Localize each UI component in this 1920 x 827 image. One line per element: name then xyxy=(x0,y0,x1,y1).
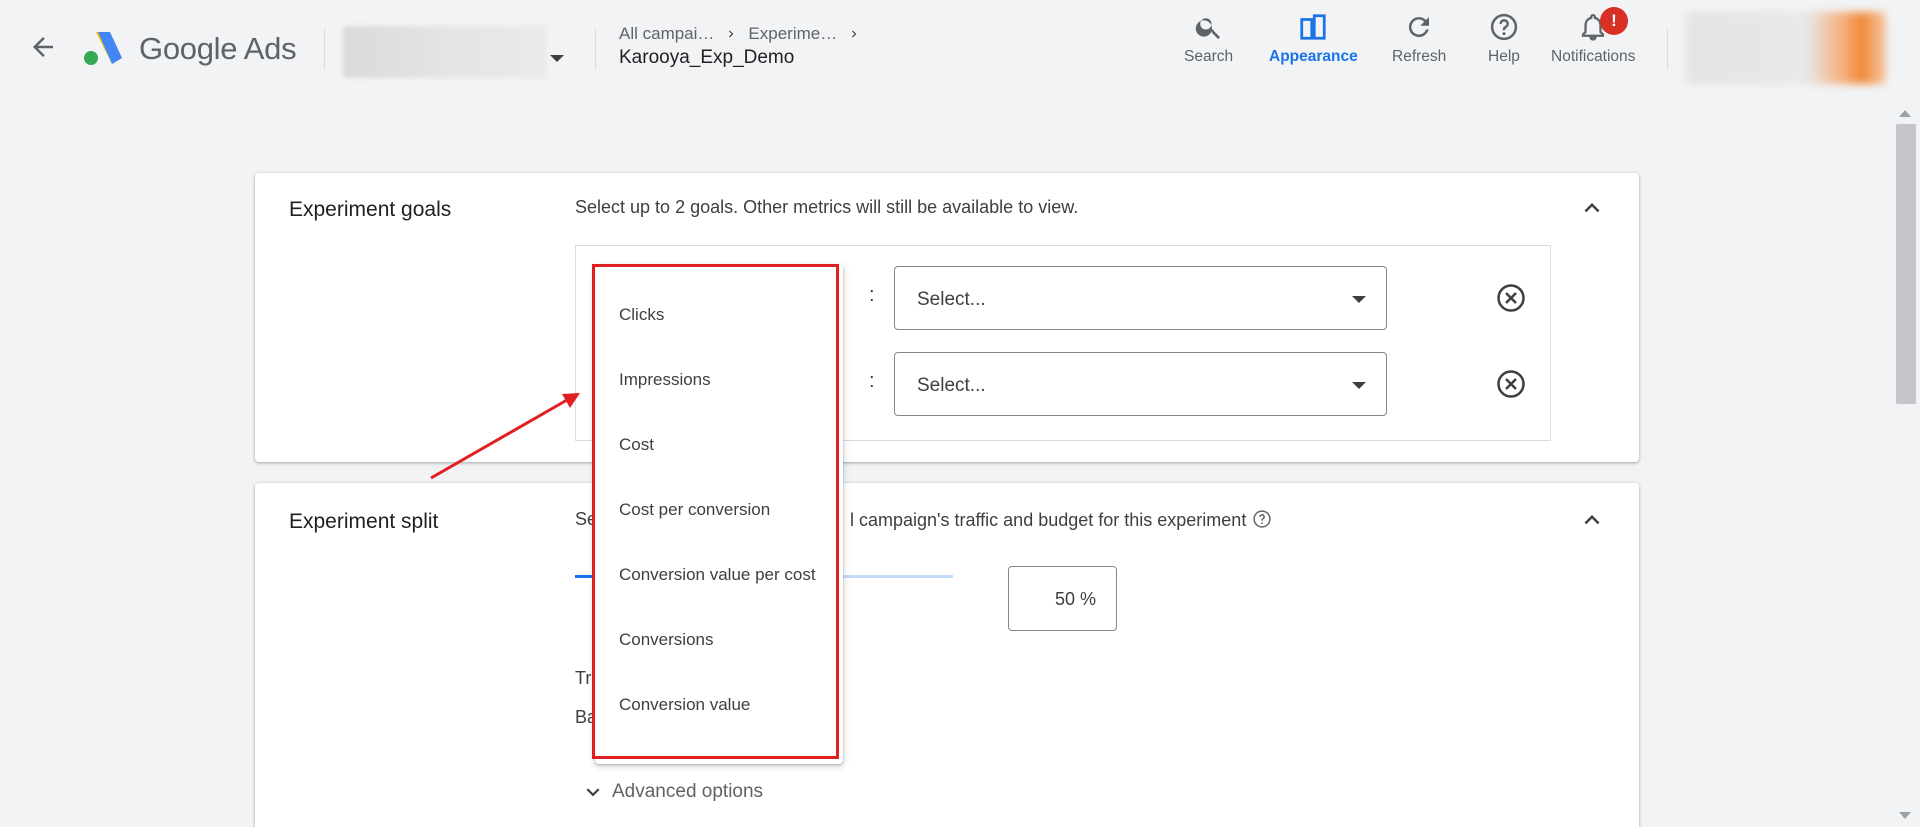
refresh-icon xyxy=(1409,17,1430,38)
brand-google: Google xyxy=(139,31,238,66)
menu-item-conversion-value-per-cost[interactable]: Conversion value per cost xyxy=(595,561,843,626)
remove-goal-icon[interactable] xyxy=(1496,283,1526,313)
experiment-split-description-start: Se xyxy=(575,509,598,529)
help-icon xyxy=(1490,13,1518,41)
menu-item-cost-per-conversion[interactable]: Cost per conversion xyxy=(595,496,843,561)
dropdown-caret-icon xyxy=(1352,296,1366,303)
scrollbar-thumb[interactable] xyxy=(1896,124,1916,404)
experiment-split-description: l campaign's traffic and budget for this… xyxy=(850,509,1272,531)
menu-item-impressions[interactable]: Impressions xyxy=(595,366,843,431)
dropdown-caret-icon xyxy=(1352,382,1366,389)
menu-item-clicks[interactable]: Clicks xyxy=(595,301,843,366)
help-button[interactable]: Help xyxy=(1488,12,1520,66)
menu-item-cost[interactable]: Cost xyxy=(595,431,843,496)
search-label: Search xyxy=(1184,48,1234,65)
search-button[interactable]: Search xyxy=(1184,12,1233,66)
divider xyxy=(324,28,325,70)
split-label-traffic: Tr xyxy=(575,668,592,688)
split-percent-input[interactable]: 50 % xyxy=(1008,566,1117,631)
experiment-goals-card: Experiment goals Select up to 2 goals. O… xyxy=(255,173,1639,462)
refresh-button[interactable]: Refresh xyxy=(1392,12,1446,66)
breadcrumb-experiments[interactable]: Experime… xyxy=(748,24,837,44)
chevron-right-icon xyxy=(729,30,734,38)
goal-metric-select-1[interactable]: Select... xyxy=(894,266,1387,330)
refresh-label: Refresh xyxy=(1392,48,1447,65)
advanced-options-label: Advanced options xyxy=(612,781,764,802)
account-selector[interactable] xyxy=(343,26,546,78)
experiment-goals-title: Experiment goals xyxy=(289,198,452,221)
experiment-split-title: Experiment split xyxy=(289,510,439,533)
breadcrumb: All campai… Experime… xyxy=(619,24,861,44)
advanced-options-toggle[interactable]: Advanced options xyxy=(580,779,763,805)
back-arrow-icon[interactable] xyxy=(28,32,58,62)
remove-goal-icon[interactable] xyxy=(1496,369,1526,399)
scroll-up-icon[interactable] xyxy=(1899,110,1911,117)
select-value: Select... xyxy=(917,375,986,396)
experiment-split-card: Experiment split Se l campaign's traffic… xyxy=(255,483,1639,827)
experiment-goals-description: Select up to 2 goals. Other metrics will… xyxy=(575,197,1079,217)
help-circle-icon[interactable] xyxy=(1252,509,1272,529)
goal-metric-menu: Clicks Impressions Cost Cost per convers… xyxy=(595,265,843,764)
brand-ads: Ads xyxy=(243,31,297,66)
top-bar: Google Ads All campai… Experime… Karooya… xyxy=(0,0,1887,96)
menu-item-conversions[interactable]: Conversions xyxy=(595,626,843,691)
menu-item-conversion-value[interactable]: Conversion value xyxy=(595,691,843,756)
campaign-name: Karooya_Exp_Demo xyxy=(619,47,795,68)
account-dropdown-icon[interactable] xyxy=(550,55,564,62)
chevron-down-icon xyxy=(586,788,600,797)
split-percent-value: 50 xyxy=(1055,589,1076,609)
google-ads-logo xyxy=(84,32,122,65)
goal-metric-select-2[interactable]: Select... xyxy=(894,352,1387,416)
appearance-label: Appearance xyxy=(1269,48,1358,65)
split-percent-unit: % xyxy=(1080,589,1097,609)
breadcrumb-all-campaigns[interactable]: All campai… xyxy=(619,24,714,44)
divider xyxy=(1667,28,1668,70)
appearance-button[interactable]: Appearance xyxy=(1269,12,1358,66)
search-icon xyxy=(1195,18,1220,39)
split-description-text: l campaign's traffic and budget for this… xyxy=(850,510,1247,530)
help-label: Help xyxy=(1488,48,1520,65)
divider xyxy=(595,28,596,70)
chevron-right-icon xyxy=(852,30,857,38)
notifications-label: Notifications xyxy=(1551,48,1636,65)
brand-name: Google Ads xyxy=(139,31,297,67)
notification-badge: ! xyxy=(1600,7,1628,35)
appearance-icon xyxy=(1300,14,1326,40)
user-account-avatar[interactable] xyxy=(1686,12,1886,84)
split-label-budget: Ba xyxy=(575,707,598,727)
chevron-up-icon[interactable] xyxy=(1577,505,1607,535)
scroll-down-icon[interactable] xyxy=(1899,812,1911,819)
select-value: Select... xyxy=(917,289,986,310)
chevron-up-icon[interactable] xyxy=(1577,193,1607,223)
goal-colon: : xyxy=(869,370,875,392)
goal-colon: : xyxy=(869,284,875,306)
